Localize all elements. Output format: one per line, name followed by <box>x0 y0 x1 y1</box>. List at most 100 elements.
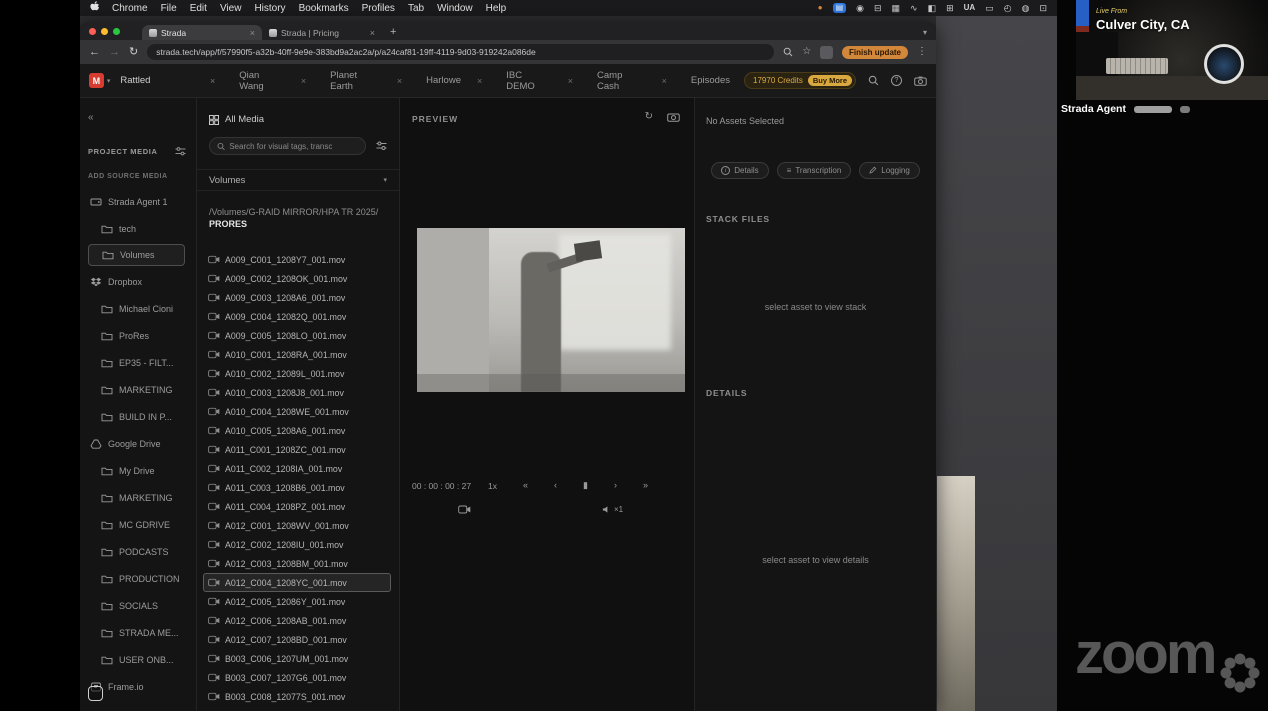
help-icon[interactable]: ? <box>891 75 902 86</box>
tab-close-icon[interactable]: × <box>250 28 255 38</box>
video-frame[interactable] <box>417 228 685 392</box>
project-tab-close-icon[interactable]: × <box>397 76 402 86</box>
screen-share-indicator-icon[interactable]: ▤ <box>832 3 847 13</box>
filter-sliders-icon[interactable] <box>175 147 186 156</box>
reload-icon[interactable]: ↻ <box>129 46 138 58</box>
file-row[interactable]: A009_C004_12082Q_001.mov <box>203 307 391 326</box>
file-row[interactable]: A011_C003_1208B6_001.mov <box>203 478 391 497</box>
close-window-button[interactable] <box>89 28 96 35</box>
display-status-icon[interactable]: ⊟ <box>874 3 882 13</box>
sidecar-icon[interactable]: ◧ <box>928 3 937 13</box>
file-row[interactable]: A009_C002_1208OK_001.mov <box>203 269 391 288</box>
details-button[interactable]: i Details <box>711 162 769 179</box>
file-row[interactable]: B003_C007_1207G6_001.mov <box>203 668 391 687</box>
buy-more-button[interactable]: Buy More <box>807 75 852 86</box>
file-row[interactable]: B003_C008_12077S_001.mov <box>203 687 391 706</box>
source-item[interactable]: Frame.io <box>88 673 196 700</box>
jump-to-start-icon[interactable]: « <box>523 480 528 491</box>
project-tab-close-icon[interactable]: × <box>301 76 306 86</box>
file-row[interactable]: A009_C001_1208Y7_001.mov <box>203 250 391 269</box>
file-row[interactable]: A012_C005_12086Y_001.mov <box>203 592 391 611</box>
source-item[interactable]: Volumes <box>88 244 185 266</box>
search-filter-button[interactable] <box>371 137 391 155</box>
source-item[interactable]: Michael Cioni <box>88 295 196 322</box>
bookmark-star-icon[interactable]: ☆ <box>802 47 811 57</box>
file-row[interactable]: A011_C002_1208IA_001.mov <box>203 459 391 478</box>
file-row[interactable]: A011_C004_1208PZ_001.mov <box>203 497 391 516</box>
file-row[interactable]: A010_C002_12089L_001.mov <box>203 364 391 383</box>
search-lens-icon[interactable] <box>783 47 793 57</box>
source-item[interactable]: Dropbox <box>88 268 196 295</box>
apple-menu-icon[interactable] <box>90 0 100 16</box>
dock-panel-button[interactable] <box>88 686 103 701</box>
control-center-icon[interactable]: ◍ <box>1022 3 1030 13</box>
source-item[interactable]: SOCIALS <box>88 592 196 619</box>
project-tab[interactable]: Harlowe × <box>416 70 496 92</box>
workspace-close-icon[interactable]: × <box>210 76 215 86</box>
collapse-sidebar-button[interactable]: « <box>88 112 94 123</box>
menubar-item[interactable]: View <box>220 3 242 14</box>
menubar-item[interactable]: Tab <box>408 3 424 14</box>
menubar-item[interactable]: File <box>161 3 177 14</box>
search-input[interactable] <box>229 141 358 151</box>
file-row[interactable]: A012_C004_1208YC_001.mov <box>203 573 391 593</box>
refresh-icon[interactable]: ↻ <box>645 111 653 122</box>
tab-overflow-chevron-icon[interactable]: ▾ <box>923 28 927 37</box>
source-item[interactable]: MARKETING <box>88 376 196 403</box>
battery-icon[interactable]: ▭ <box>985 3 994 13</box>
source-item[interactable]: EP35 - FILT... <box>88 349 196 376</box>
source-dropdown[interactable]: Volumes ▾ <box>197 169 399 191</box>
screenshot-camera-icon[interactable] <box>914 76 927 86</box>
file-row[interactable]: A009_C005_1208LO_001.mov <box>203 326 391 345</box>
source-item[interactable]: ProRes <box>88 322 196 349</box>
project-tab[interactable]: Planet Earth × <box>320 70 416 92</box>
source-item[interactable]: Google Drive <box>88 430 196 457</box>
pause-icon[interactable]: ▮ <box>583 480 588 491</box>
fullscreen-window-button[interactable] <box>113 28 120 35</box>
capture-camera-icon[interactable] <box>667 112 680 122</box>
project-tab-close-icon[interactable]: × <box>477 76 482 86</box>
header-search-icon[interactable] <box>868 75 879 86</box>
audio-wave-icon[interactable]: ∿ <box>910 3 918 13</box>
menubar-item[interactable]: History <box>254 3 285 14</box>
step-back-icon[interactable]: ‹ <box>554 480 557 491</box>
menubar-item[interactable]: Profiles <box>362 3 395 14</box>
file-row[interactable]: A010_C001_1208RA_001.mov <box>203 345 391 364</box>
grid-view-icon[interactable] <box>209 114 219 125</box>
menubar-item[interactable]: Edit <box>190 3 207 14</box>
file-row[interactable]: A012_C006_1208AB_001.mov <box>203 611 391 630</box>
browser-tab[interactable]: Strada × <box>142 25 262 40</box>
file-row[interactable]: A012_C003_1208BM_001.mov <box>203 554 391 573</box>
step-forward-icon[interactable]: › <box>614 480 617 491</box>
minimize-window-button[interactable] <box>101 28 108 35</box>
file-row[interactable]: A012_C001_1208WV_001.mov <box>203 516 391 535</box>
file-row[interactable]: A011_C001_1208ZC_001.mov <box>203 440 391 459</box>
source-item[interactable]: tech <box>88 215 196 242</box>
project-tab[interactable]: Qian Wang × <box>229 70 320 92</box>
project-tab[interactable]: Episodes × <box>681 70 744 92</box>
menubar-item[interactable]: Window <box>437 3 473 14</box>
file-row[interactable]: A010_C003_1208J8_001.mov <box>203 383 391 402</box>
tab-close-icon[interactable]: × <box>370 28 375 38</box>
file-row[interactable]: A012_C002_1208IU_001.mov <box>203 535 391 554</box>
source-item[interactable]: USER ONB... <box>88 646 196 673</box>
playback-speed[interactable]: 1x <box>488 481 497 491</box>
file-row[interactable]: A009_C003_1208A6_001.mov <box>203 288 391 307</box>
participant-video-tile[interactable]: Live From Culver City, CA <box>1076 0 1268 100</box>
project-tab[interactable]: Camp Cash × <box>587 70 681 92</box>
file-row[interactable]: A010_C005_1208A6_001.mov <box>203 421 391 440</box>
project-tab-close-icon[interactable]: × <box>662 76 667 86</box>
video-track-toggle[interactable] <box>458 505 471 514</box>
camera-status-icon[interactable]: ◉ <box>856 3 864 13</box>
browser-tab[interactable]: Strada | Pricing × <box>262 25 382 40</box>
source-item[interactable]: My Drive <box>88 457 196 484</box>
project-tab[interactable]: IBC DEMO × <box>496 70 587 92</box>
back-icon[interactable]: ← <box>89 46 100 58</box>
keyboard-layout-indicator[interactable]: UA <box>964 4 976 12</box>
menubar-item[interactable]: Bookmarks <box>299 3 349 14</box>
file-row[interactable]: B003_C006_1207UM_001.mov <box>203 649 391 668</box>
grid-status-icon[interactable]: ⊞ <box>946 3 954 13</box>
source-item[interactable]: STRADA ME... <box>88 619 196 646</box>
screen-recording-dot-icon[interactable]: ● <box>818 4 823 12</box>
transcription-button[interactable]: ≡ Transcription <box>776 162 852 179</box>
